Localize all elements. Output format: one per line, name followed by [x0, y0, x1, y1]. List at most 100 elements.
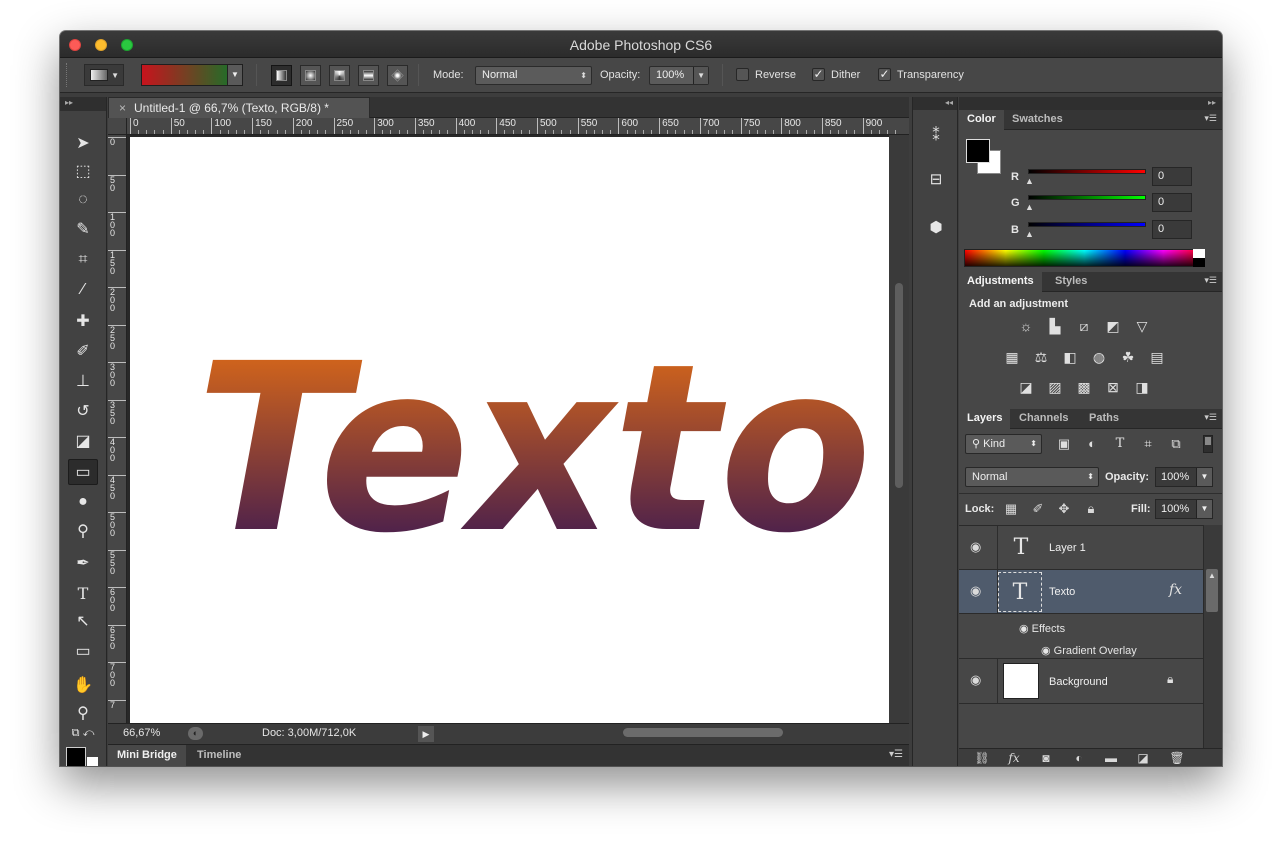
reverse-checkbox[interactable]: [736, 68, 749, 81]
brightness-contrast-icon[interactable]: ☼: [1015, 316, 1037, 336]
tab-adjustments[interactable]: Adjustments: [959, 272, 1042, 292]
tab-channels[interactable]: Channels: [1011, 409, 1077, 429]
lock-transparent-pixels-icon[interactable]: ▦: [1002, 500, 1020, 518]
history-panel-icon[interactable]: ⁑: [921, 123, 951, 149]
layers-scroll-thumb[interactable]: ▲: [1206, 569, 1218, 612]
add-layer-mask-icon[interactable]: ◙: [1037, 749, 1055, 766]
visibility-eye-icon[interactable]: ◉: [970, 672, 981, 688]
layer-effects-fx-icon[interactable]: fx: [1169, 582, 1182, 598]
vertical-scroll-thumb[interactable]: [895, 283, 903, 488]
layers-scrollbar[interactable]: ▲: [1203, 525, 1222, 748]
exposure-icon[interactable]: ◩: [1102, 316, 1124, 336]
document-tab[interactable]: × Untitled-1 @ 66,7% (Texto, RGB/8) *: [108, 97, 370, 118]
blue-value-input[interactable]: 0: [1152, 220, 1192, 239]
hue-saturation-icon[interactable]: ▦: [1001, 347, 1023, 367]
red-slider-knob[interactable]: ▲: [1025, 176, 1034, 186]
3d-panel-icon[interactable]: ⬢: [921, 215, 951, 241]
reflected-gradient-button[interactable]: [358, 65, 379, 86]
ruler-origin[interactable]: [108, 118, 127, 135]
diamond-gradient-button[interactable]: [387, 65, 408, 86]
type-tool-icon[interactable]: T: [68, 581, 98, 607]
hand-tool-icon[interactable]: ✋: [68, 673, 98, 699]
chevron-down-icon[interactable]: ▼: [1196, 500, 1212, 518]
effects-row[interactable]: ◉ Effects: [1019, 622, 1065, 635]
document-canvas[interactable]: Texto: [130, 137, 889, 723]
pixel-layer-filter-icon[interactable]: ▣: [1054, 435, 1074, 453]
layer-row-background[interactable]: ◉ Background 🔒︎: [959, 658, 1203, 704]
panel-menu-icon[interactable]: ▾☰: [889, 749, 903, 760]
smart-object-filter-icon[interactable]: ⧉: [1166, 435, 1186, 453]
status-menu-arrow-icon[interactable]: ▶: [418, 726, 434, 742]
mode-select[interactable]: Normal ⬍: [475, 66, 592, 85]
adjustment-layer-filter-icon[interactable]: ◐: [1082, 435, 1102, 453]
horizontal-scroll-thumb[interactable]: [623, 728, 783, 737]
history-brush-tool-icon[interactable]: ↺: [68, 399, 98, 425]
zoom-level[interactable]: 66,67%: [123, 727, 160, 739]
collapse-dock-icon[interactable]: ◂◂: [913, 97, 957, 110]
chevron-down-icon[interactable]: ▼: [693, 67, 708, 84]
blue-slider[interactable]: [1028, 222, 1146, 227]
dodge-tool-icon[interactable]: ⚲: [68, 519, 98, 545]
foreground-color-swatch[interactable]: [66, 747, 86, 766]
green-slider-knob[interactable]: ▲: [1025, 202, 1034, 212]
shape-layer-filter-icon[interactable]: ⌗: [1138, 435, 1158, 453]
dither-checkbox[interactable]: ✓: [812, 68, 825, 81]
black-white-icon[interactable]: ◧: [1059, 347, 1081, 367]
opacity-field[interactable]: 100% ▼: [649, 66, 709, 85]
vibrance-icon[interactable]: ▽: [1131, 316, 1153, 336]
lock-image-pixels-icon[interactable]: ✐: [1029, 500, 1047, 518]
panel-menu-icon[interactable]: ▾☰: [1204, 275, 1217, 286]
layer-name[interactable]: Texto: [1049, 586, 1075, 598]
tab-paths[interactable]: Paths: [1081, 409, 1127, 429]
selective-color-icon[interactable]: ⊠: [1102, 377, 1124, 397]
crop-tool-icon[interactable]: ⌗: [68, 247, 98, 273]
new-adjustment-layer-icon[interactable]: ◐: [1070, 749, 1088, 766]
radial-gradient-button[interactable]: [300, 65, 321, 86]
visibility-eye-icon[interactable]: ◉: [1041, 645, 1054, 657]
lasso-tool-icon[interactable]: ◌: [68, 187, 98, 213]
channel-mixer-icon[interactable]: ☘: [1117, 347, 1139, 367]
panel-menu-icon[interactable]: ▾☰: [1204, 113, 1217, 124]
black-white-swatch[interactable]: [1193, 249, 1205, 267]
brush-tool-icon[interactable]: ✐: [68, 339, 98, 365]
gradient-picker[interactable]: ▼: [141, 64, 243, 86]
eyedropper-tool-icon[interactable]: ⁄: [68, 277, 98, 303]
color-spectrum[interactable]: [964, 249, 1205, 267]
tab-layers[interactable]: Layers: [959, 409, 1011, 429]
gradient-tool-icon[interactable]: ▭: [68, 459, 98, 485]
layer-filter-kind-select[interactable]: ⚲ Kind ⬍: [965, 434, 1042, 454]
collapse-panels-icon[interactable]: ▸▸: [959, 97, 1222, 110]
path-selection-tool-icon[interactable]: ↖: [68, 609, 98, 635]
color-balance-icon[interactable]: ⚖: [1030, 347, 1052, 367]
gradient-map-icon[interactable]: ◨: [1131, 377, 1153, 397]
photo-filter-icon[interactable]: ◍: [1088, 347, 1110, 367]
green-slider[interactable]: [1028, 195, 1146, 200]
vertical-ruler[interactable]: 0 5 0 1 0 0 1 5 0 2 0 0 2 5 0 3 0 0 3 5 0 4 0 0 4…: [108, 135, 127, 723]
chevron-down-icon[interactable]: ▼: [227, 65, 242, 85]
blue-slider-knob[interactable]: ▲: [1025, 229, 1034, 239]
tab-timeline[interactable]: Timeline: [188, 745, 250, 766]
visibility-eye-icon[interactable]: ◉: [970, 583, 981, 599]
eraser-tool-icon[interactable]: ◪: [68, 429, 98, 455]
zoom-tool-icon[interactable]: ⚲: [68, 701, 98, 727]
tab-styles[interactable]: Styles: [1047, 272, 1095, 292]
quick-selection-tool-icon[interactable]: ✎: [68, 217, 98, 243]
levels-icon[interactable]: ▙: [1044, 316, 1066, 336]
add-layer-style-icon[interactable]: fx: [1005, 749, 1023, 766]
move-tool-icon[interactable]: ➤: [68, 131, 98, 157]
properties-panel-icon[interactable]: ⊟: [921, 167, 951, 193]
trash-icon[interactable]: 🗑︎: [1168, 749, 1186, 766]
linear-gradient-button[interactable]: [271, 65, 292, 86]
type-layer-filter-icon[interactable]: T: [1110, 435, 1130, 453]
healing-brush-tool-icon[interactable]: ✚: [68, 309, 98, 335]
foreground-color-box[interactable]: [966, 139, 990, 163]
close-document-icon[interactable]: ×: [119, 101, 126, 115]
vertical-scrollbar[interactable]: [889, 135, 909, 723]
threshold-icon[interactable]: ▩: [1073, 377, 1095, 397]
tool-preset-picker[interactable]: ▼: [84, 64, 124, 86]
filter-toggle-switch[interactable]: [1203, 435, 1213, 453]
red-slider[interactable]: [1028, 169, 1146, 174]
green-value-input[interactable]: 0: [1152, 193, 1192, 212]
transparency-checkbox[interactable]: ✓: [878, 68, 891, 81]
red-value-input[interactable]: 0: [1152, 167, 1192, 186]
